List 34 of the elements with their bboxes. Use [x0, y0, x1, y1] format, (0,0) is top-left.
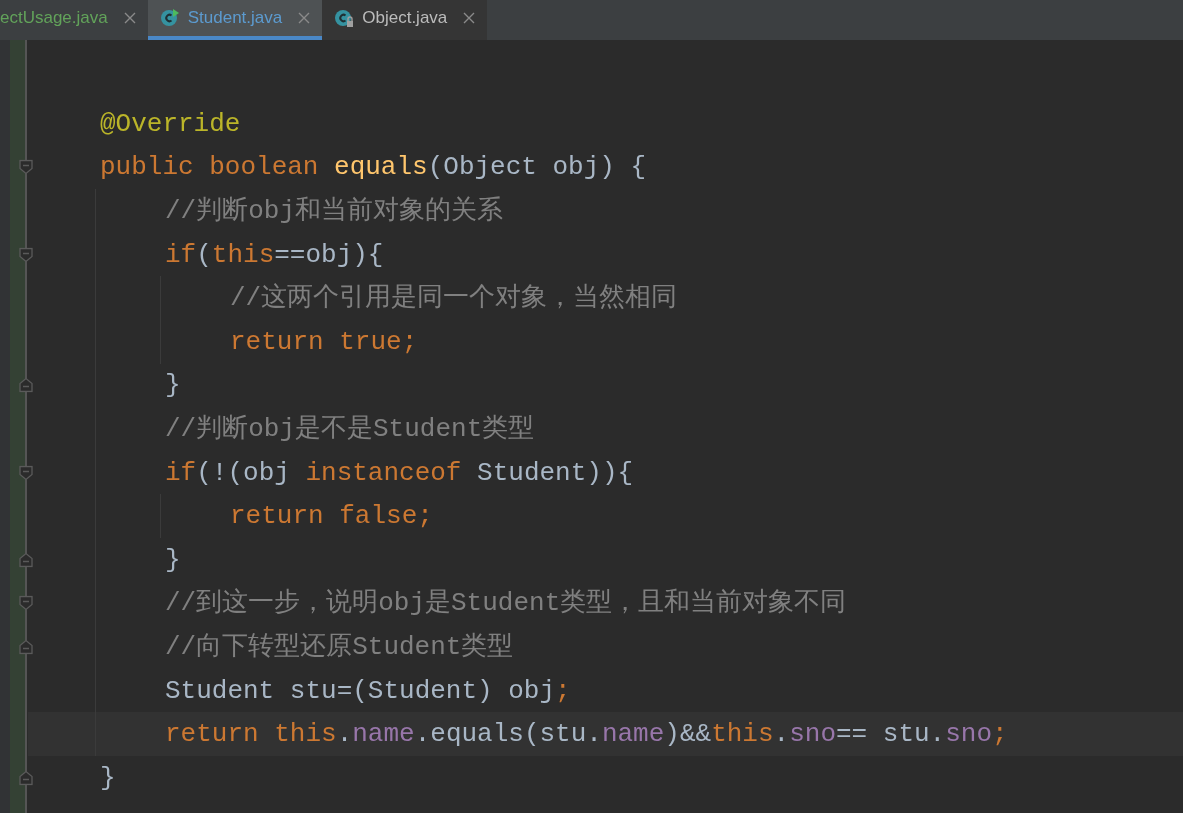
- code-line: }: [100, 764, 116, 791]
- class-locked-icon: [334, 8, 355, 28]
- fold-close-icon[interactable]: [19, 639, 33, 655]
- fold-open-icon[interactable]: [19, 247, 33, 263]
- code-line: //到这一步，说明obj是Student类型，且和当前对象不同: [165, 590, 847, 617]
- class-run-icon: [159, 8, 180, 28]
- code-line: return true;: [230, 328, 418, 355]
- fold-open-icon[interactable]: [19, 595, 33, 611]
- code-line: //这两个引用是同一个对象，当然相同: [230, 285, 678, 312]
- fold-open-icon[interactable]: [19, 465, 33, 481]
- code-line: //判断obj和当前对象的关系: [165, 198, 503, 224]
- code-line: public boolean equals(Object obj) {: [100, 154, 647, 181]
- close-icon[interactable]: [123, 12, 136, 24]
- code-line: //判断obj是不是Student类型: [165, 415, 535, 442]
- code-line: //向下转型还原Student类型: [165, 633, 514, 660]
- code-line: Student stu=(Student) obj;: [165, 677, 571, 704]
- fold-close-icon[interactable]: [19, 770, 33, 786]
- code-line: if(!(obj instanceof Student)){: [165, 459, 634, 486]
- file-tab[interactable]: Object.java: [322, 0, 488, 40]
- file-tab[interactable]: Student.java: [147, 0, 323, 40]
- tab-label: Object.java: [362, 7, 448, 30]
- fold-close-icon[interactable]: [19, 552, 33, 568]
- code-line: return this.name.equals(stu.name)&&this.sno== stu.sno;: [165, 721, 1008, 748]
- code-line: }: [165, 546, 181, 573]
- tab-label: Student.java: [187, 7, 283, 30]
- fold-close-icon[interactable]: [19, 377, 33, 393]
- close-icon[interactable]: [463, 12, 476, 24]
- close-icon[interactable]: [298, 12, 311, 24]
- tab-label: ectUsage.java: [0, 7, 108, 30]
- fold-open-icon[interactable]: [19, 159, 33, 175]
- code-line: if(this==obj){: [165, 241, 384, 268]
- code-line: }: [165, 372, 181, 399]
- code-line: return false;: [230, 503, 433, 530]
- code-line: @Override: [100, 110, 241, 137]
